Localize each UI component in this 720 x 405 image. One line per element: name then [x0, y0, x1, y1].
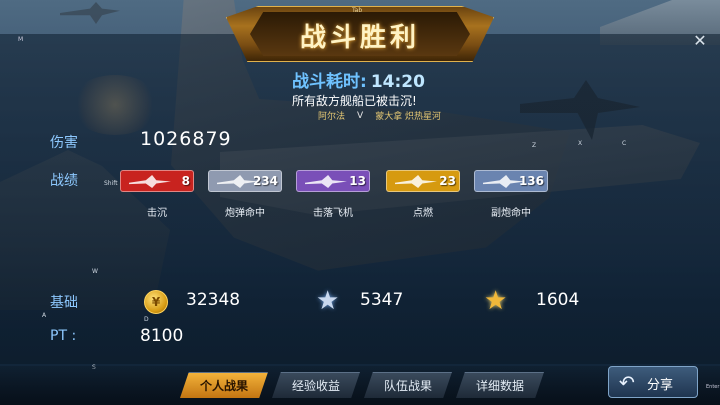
damage-value: 1026879	[140, 128, 232, 150]
shell-hit-badge[interactable]: 234	[208, 170, 282, 192]
d-key-hint: D	[144, 316, 149, 323]
coin-icon: ¥	[144, 290, 168, 314]
x-key-hint: X	[578, 140, 583, 147]
share-button[interactable]: ↶ 分享	[608, 366, 698, 398]
victory-title: 战斗胜利	[299, 23, 420, 53]
tab-personal-results[interactable]: 个人战果	[180, 372, 268, 398]
result-message: 所有敌方舰船已被击沉!	[292, 94, 417, 108]
battle-time-label: 战斗耗时:	[292, 72, 367, 92]
silver-stars-value: 5347	[360, 290, 404, 310]
tab-key-hint: Tab	[352, 7, 363, 14]
player-name: 阿尔法	[318, 112, 346, 122]
shift-key-hint: Shift	[104, 180, 118, 187]
versus-mark: V	[357, 110, 364, 121]
matchup: 阿尔法 V 蒙大拿 炽热星河	[318, 109, 442, 123]
planes-downed-count: 13	[349, 174, 366, 188]
fire-icon	[395, 175, 437, 188]
m-key-hint: M	[18, 36, 24, 43]
battle-time: 战斗耗时: 14:20	[292, 67, 425, 92]
tab-experience[interactable]: 经验收益	[272, 372, 360, 398]
ignite-count: 23	[439, 174, 456, 188]
secondary-hit-count: 136	[518, 174, 544, 188]
distant-planes	[60, 2, 120, 24]
shell-hit-count: 234	[252, 174, 278, 188]
ignite-badge[interactable]: 23	[386, 170, 460, 192]
planes-downed-badge[interactable]: 13	[296, 170, 370, 192]
sink-caption: 击沉	[147, 208, 167, 219]
sink-icon	[129, 175, 171, 188]
share-arrow-icon: ↶	[619, 372, 635, 394]
secondary-hit-badge[interactable]: 136	[474, 170, 548, 192]
planes-downed-caption: 击落飞机	[313, 208, 353, 219]
share-label: 分享	[647, 378, 674, 393]
tab-team-results[interactable]: 队伍战果	[364, 372, 452, 398]
z-key-hint: Z	[532, 142, 537, 149]
pt-label: PT :	[50, 328, 77, 344]
enter-key-hint: Enter	[706, 384, 720, 390]
ignite-caption: 点燃	[413, 208, 433, 219]
coins-value: 32348	[186, 290, 241, 310]
damage-label: 伤害	[50, 135, 78, 151]
sink-badge[interactable]: 8	[120, 170, 194, 192]
shell-hit-caption: 炮弹命中	[225, 208, 265, 219]
tab-detailed-data[interactable]: 详细数据	[456, 372, 544, 398]
silver-star-icon: ★	[316, 286, 340, 316]
achievements-label: 战绩	[50, 173, 78, 189]
plane-icon	[305, 175, 347, 188]
c-key-hint: C	[622, 140, 627, 147]
pt-value: 8100	[140, 326, 184, 346]
a-key-hint: A	[42, 312, 47, 319]
base-label: 基础	[50, 295, 78, 311]
gold-stars-value: 1604	[536, 290, 580, 310]
close-button[interactable]: ✕	[688, 32, 712, 50]
enemy-name: 蒙大拿 炽热星河	[375, 112, 442, 122]
battle-time-value: 14:20	[370, 72, 425, 92]
w-key-hint: W	[92, 268, 98, 275]
gold-star-icon: ★	[484, 286, 508, 316]
sink-count: 8	[181, 174, 190, 188]
secondary-hit-caption: 副炮命中	[491, 208, 531, 219]
